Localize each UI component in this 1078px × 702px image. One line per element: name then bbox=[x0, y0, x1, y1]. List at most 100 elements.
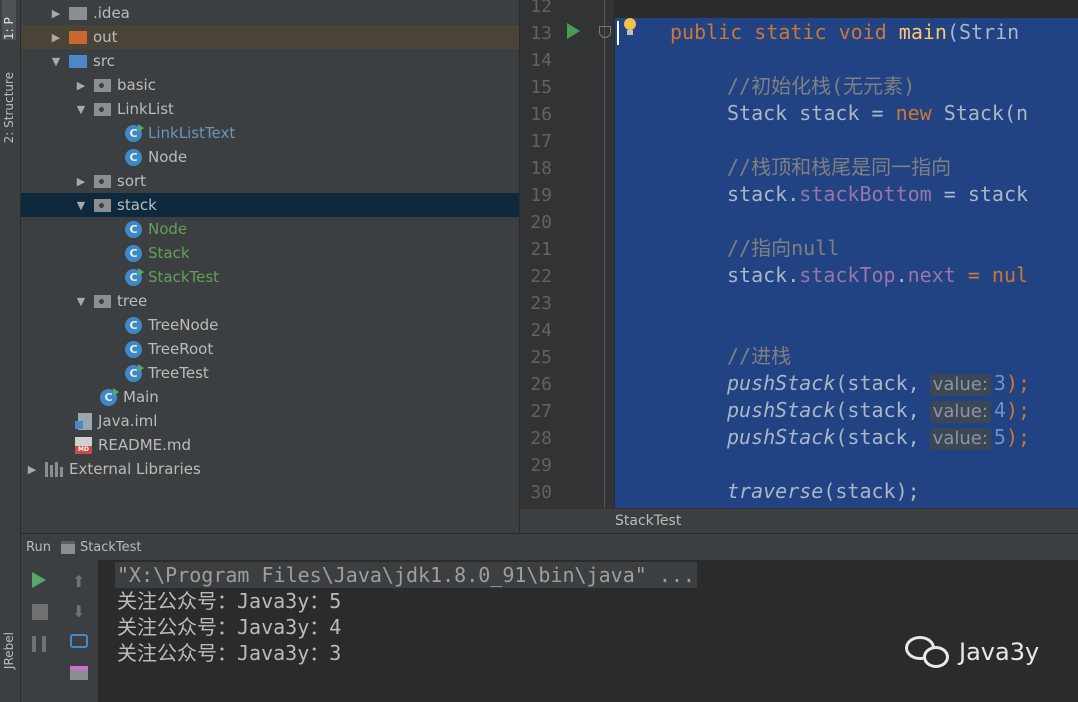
parameter-hint: value: bbox=[929, 401, 991, 423]
tree-item-treetest[interactable]: C TreeTest bbox=[21, 361, 519, 385]
class-icon: C bbox=[100, 387, 119, 406]
module-file-icon bbox=[75, 412, 92, 430]
line-number: 23 bbox=[530, 293, 552, 314]
run-panel-header: Run StackTest bbox=[21, 533, 1078, 560]
chevron-right-icon[interactable]: ▶ bbox=[25, 462, 39, 476]
line-number: 28 bbox=[530, 428, 552, 449]
tree-item-basic[interactable]: ▶ basic bbox=[21, 73, 519, 97]
libraries-icon bbox=[45, 461, 63, 477]
tree-item-label: tree bbox=[117, 292, 148, 310]
tree-item-stack[interactable]: ▼ stack bbox=[21, 193, 519, 217]
tree-item-stacktest[interactable]: C StackTest bbox=[21, 265, 519, 289]
folder-icon bbox=[69, 6, 87, 20]
jrebel-tool-tab[interactable]: JRebel bbox=[2, 632, 16, 669]
code-text: ); bbox=[1005, 398, 1031, 422]
chevron-down-icon[interactable]: ▼ bbox=[49, 54, 63, 68]
tree-item-label: Node bbox=[148, 220, 188, 238]
code-line-18: //栈顶和栈尾是同一指向 bbox=[727, 155, 952, 179]
line-number: 15 bbox=[530, 77, 552, 98]
code-line-19: stack.stackBottom = stack bbox=[727, 181, 1028, 208]
tree-item-out[interactable]: ▶ out bbox=[21, 25, 519, 49]
package-icon bbox=[94, 102, 111, 116]
chevron-down-icon[interactable]: ▼ bbox=[74, 294, 88, 308]
run-console[interactable]: "X:\Program Files\Java\jdk1.8.0_91\bin\j… bbox=[99, 560, 1078, 702]
tree-item-label: TreeRoot bbox=[148, 340, 214, 358]
tree-item-treeroot[interactable]: C TreeRoot bbox=[21, 337, 519, 361]
code-text: stack. bbox=[727, 182, 800, 206]
arrow-up-icon[interactable]: ⬆ bbox=[72, 572, 88, 591]
tree-item-label: TreeTest bbox=[148, 364, 209, 382]
code-editor[interactable]: 12 13 14 15 16 17 18 19 20 21 22 23 24 2… bbox=[520, 0, 1078, 508]
tree-item-linklisttext[interactable]: C LinkListText bbox=[21, 121, 519, 145]
tree-item-external-libraries[interactable]: ▶ External Libraries bbox=[21, 457, 519, 481]
code-field: stackTop bbox=[799, 263, 896, 287]
rerun-icon[interactable] bbox=[32, 572, 46, 588]
console-output-line: 关注公众号：Java3y：4 bbox=[117, 615, 342, 639]
class-icon: C bbox=[125, 148, 142, 166]
source-folder-icon bbox=[69, 54, 87, 68]
code-text: = stack bbox=[931, 182, 1029, 206]
code-method-call: pushStack bbox=[727, 425, 836, 449]
soft-wrap-icon[interactable] bbox=[70, 634, 88, 648]
code-line-22: stack.stackTop.next = nul bbox=[727, 262, 1028, 289]
tree-item-node[interactable]: C Node bbox=[21, 145, 519, 169]
tree-item-label: Main bbox=[123, 388, 159, 406]
tree-item-tree[interactable]: ▼ tree bbox=[21, 289, 519, 313]
watermark: Java3y bbox=[905, 634, 1039, 670]
code-line-13: public static void main(Strin bbox=[670, 19, 1019, 46]
structure-tool-tab[interactable]: 2: Structure bbox=[2, 72, 16, 143]
markdown-file-icon bbox=[75, 436, 92, 454]
chevron-down-icon[interactable]: ▼ bbox=[74, 198, 88, 212]
code-line-26: pushStack(stack, value: 3); bbox=[727, 370, 1030, 397]
tree-item-stack-class[interactable]: C Stack bbox=[21, 241, 519, 265]
pause-icon[interactable] bbox=[32, 636, 46, 652]
tree-item-label: LinkList bbox=[117, 100, 174, 118]
tree-item-src[interactable]: ▼ src bbox=[21, 49, 519, 73]
code-number: 4 bbox=[993, 398, 1006, 422]
tree-item-java-iml[interactable]: Java.iml bbox=[21, 409, 519, 433]
code-method-call: pushStack bbox=[727, 398, 836, 422]
line-number: 18 bbox=[530, 158, 552, 179]
class-icon: C bbox=[125, 267, 144, 286]
line-number: 21 bbox=[530, 239, 552, 260]
print-icon[interactable] bbox=[70, 666, 88, 680]
chevron-right-icon[interactable]: ▶ bbox=[74, 78, 88, 92]
run-gutter-icon[interactable] bbox=[567, 23, 580, 39]
code-method-name: main bbox=[898, 20, 947, 44]
code-keyword: new bbox=[895, 101, 932, 125]
line-number: 17 bbox=[530, 131, 552, 152]
tree-item-stack-node[interactable]: C Node bbox=[21, 217, 519, 241]
stop-icon[interactable] bbox=[32, 604, 48, 620]
project-tool-tab[interactable]: 1: P bbox=[2, 0, 16, 40]
code-text: (stack); bbox=[823, 479, 920, 503]
tree-item-main[interactable]: C Main bbox=[21, 385, 519, 409]
code-line-21: //指向null bbox=[727, 236, 840, 260]
code-text: ); bbox=[1005, 425, 1031, 449]
breadcrumb-item[interactable]: StackTest bbox=[615, 513, 681, 529]
tree-item-label: External Libraries bbox=[69, 460, 201, 478]
run-tab-stacktest[interactable]: StackTest bbox=[80, 540, 142, 555]
chevron-right-icon[interactable]: ▶ bbox=[49, 6, 63, 20]
tree-item-label: StackTest bbox=[148, 268, 220, 286]
chevron-right-icon[interactable]: ▶ bbox=[49, 30, 63, 44]
code-text: Stack stack = bbox=[727, 101, 896, 125]
arrow-down-icon[interactable]: ⬇ bbox=[72, 602, 88, 621]
tree-item-sort[interactable]: ▶ sort bbox=[21, 169, 519, 193]
class-icon: C bbox=[125, 363, 144, 382]
tree-item-linklist[interactable]: ▼ LinkList bbox=[21, 97, 519, 121]
lightbulb-icon[interactable] bbox=[623, 18, 637, 36]
tree-item-label: Node bbox=[148, 148, 188, 166]
tree-item-label: out bbox=[93, 28, 118, 46]
tree-item-label: src bbox=[93, 52, 115, 70]
tree-item-idea[interactable]: ▶ .idea bbox=[21, 1, 519, 25]
code-number: 3 bbox=[993, 371, 1006, 395]
class-icon: C bbox=[125, 220, 142, 238]
tree-item-label: .idea bbox=[93, 4, 130, 22]
tree-item-readme[interactable]: README.md bbox=[21, 433, 519, 457]
fold-marker-icon[interactable] bbox=[599, 26, 611, 38]
tree-item-treenode[interactable]: C TreeNode bbox=[21, 313, 519, 337]
line-number: 25 bbox=[530, 347, 552, 368]
code-text: = nul bbox=[955, 263, 1029, 287]
chevron-right-icon[interactable]: ▶ bbox=[74, 174, 88, 188]
chevron-down-icon[interactable]: ▼ bbox=[74, 102, 88, 116]
